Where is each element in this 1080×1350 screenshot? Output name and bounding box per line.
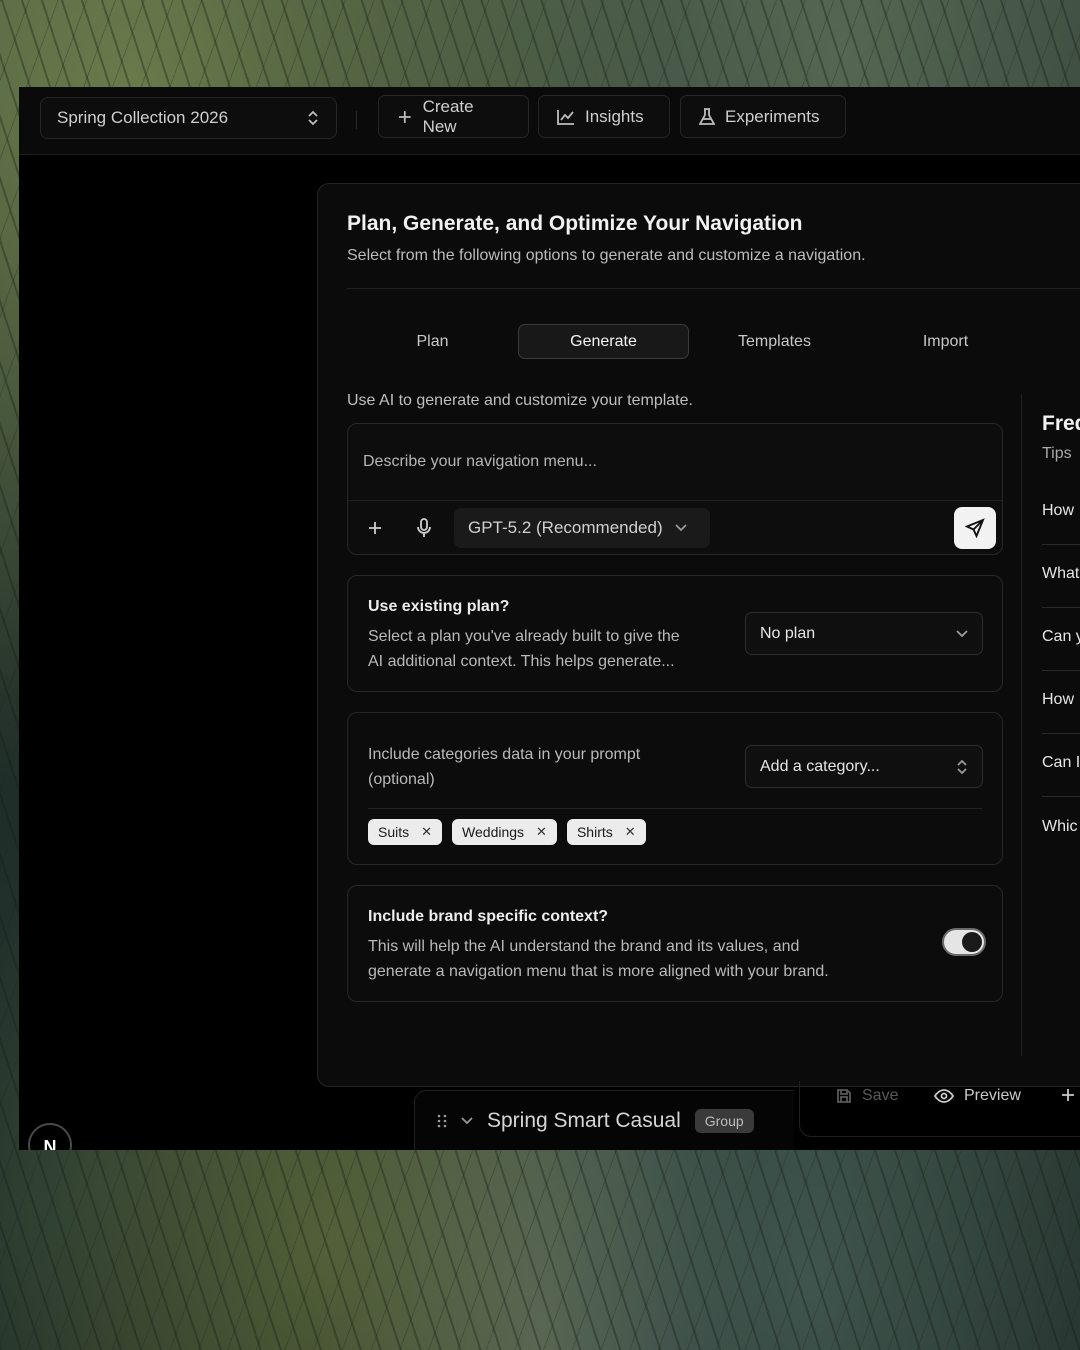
experiments-label: Experiments [725,106,820,126]
faq-subtitle: Tips [1042,445,1072,462]
brand-context-title: Include brand specific context? [368,908,609,925]
brand-context-text: This will help the AI understand the bra… [368,934,829,984]
categories-divider [368,808,982,809]
insights-button[interactable]: Insights [538,95,670,138]
send-button[interactable] [954,507,996,549]
add-attachment-button[interactable] [364,517,386,539]
existing-plan-text-line2: AI additional context. This helps genera… [368,653,675,670]
prompt-box: GPT-5.2 (Recommended) [347,423,1003,555]
categories-text-line2: (optional) [368,771,435,788]
brand-context-text-line2: generate a navigation menu that is more … [368,963,829,980]
tab-templates[interactable]: Templates [689,324,860,359]
toolbar-divider [356,111,357,129]
categories-text-line1: Include categories data in your prompt [368,746,641,763]
navigation-dialog: Plan, Generate, and Optimize Your Naviga… [317,183,1080,1087]
save-button[interactable]: Save [836,1087,898,1105]
remove-chip-icon[interactable]: ✕ [536,824,547,840]
model-select[interactable]: GPT-5.2 (Recommended) [454,508,710,548]
faq-item[interactable]: Can y [1042,608,1080,671]
faq-item[interactable]: What [1042,545,1080,608]
dialog-title: Plan, Generate, and Optimize Your Naviga… [347,212,803,235]
microphone-icon [417,518,431,537]
categories-card: Include categories data in your prompt (… [347,712,1003,865]
existing-plan-text-line1: Select a plan you've already built to gi… [368,628,680,645]
experiments-button[interactable]: Experiments [680,95,846,138]
group-name: Spring Smart Casual [487,1108,681,1132]
preview-label: Preview [964,1087,1021,1104]
collection-select[interactable]: Spring Collection 2026 [40,97,337,139]
collection-label: Spring Collection 2026 [57,108,229,127]
faq-item[interactable]: How [1042,482,1080,545]
faq-item[interactable]: How [1042,671,1080,734]
chip-weddings: Weddings ✕ [452,819,557,845]
model-label: GPT-5.2 (Recommended) [468,518,663,537]
brand-context-toggle[interactable] [942,928,986,956]
remove-chip-icon[interactable]: ✕ [625,824,636,840]
bottom-action-bar: Save Preview [799,1081,1080,1137]
plus-icon [398,110,411,123]
dialog-divider [347,288,1080,289]
toggle-knob [962,932,982,952]
chevron-down-icon [956,629,968,637]
dialog-tabs: Plan Generate Templates Import [347,324,1031,360]
add-button[interactable] [1060,1087,1076,1103]
eye-icon [934,1089,954,1103]
chart-line-icon [557,109,574,125]
faq-title: Freq [1042,412,1080,435]
tab-import[interactable]: Import [860,324,1031,359]
send-icon [965,518,985,538]
preview-button[interactable]: Preview [934,1087,1021,1105]
insights-label: Insights [585,106,644,126]
chip-label: Weddings [462,824,525,840]
create-new-button[interactable]: Create New [378,95,529,138]
create-new-label: Create New [422,96,474,136]
flask-icon [699,107,715,125]
save-icon [837,1089,851,1103]
app-window: Spring Collection 2026 Create New Insigh… [19,87,1080,1150]
tab-plan[interactable]: Plan [347,324,518,359]
existing-plan-card: Use existing plan? Select a plan you've … [347,575,1003,692]
chip-label: Shirts [576,824,613,840]
chevron-up-down-icon [957,759,967,774]
faq-divider [1021,394,1022,1056]
top-bar: Spring Collection 2026 Create New Insigh… [19,87,1080,155]
existing-plan-title: Use existing plan? [368,598,510,615]
chevron-down-icon [675,524,687,532]
plan-select-value: No plan [760,624,816,642]
app-logo[interactable]: N [28,1123,72,1150]
chevron-down-icon[interactable] [461,1116,473,1125]
chip-label: Suits [378,824,410,840]
chevron-up-down-icon [308,110,318,126]
plus-icon [369,522,381,534]
categories-text: Include categories data in your prompt (… [368,742,640,792]
category-select-label: Add a category... [760,757,880,775]
generate-description: Use AI to generate and customize your te… [347,392,693,409]
faq-item[interactable]: Can I [1042,734,1080,797]
plan-select[interactable]: No plan [745,612,983,655]
plus-icon [1062,1089,1074,1101]
category-chips: Suits ✕ Weddings ✕ Shirts ✕ [368,819,646,845]
existing-plan-text: Select a plan you've already built to gi… [368,624,680,674]
brand-context-text-line1: This will help the AI understand the bra… [368,938,800,955]
save-label: Save [862,1087,899,1104]
dialog-subtitle: Select from the following options to gen… [347,247,866,264]
group-row[interactable]: Spring Smart Casual Group [414,1090,794,1150]
brand-context-card: Include brand specific context? This wil… [347,885,1003,1002]
chip-suits: Suits ✕ [368,819,443,845]
drag-handle-icon[interactable] [437,1114,447,1128]
faq-item[interactable]: Whic [1042,798,1080,861]
remove-chip-icon[interactable]: ✕ [421,824,432,840]
category-select[interactable]: Add a category... [745,745,983,788]
tab-generate[interactable]: Generate [518,324,689,359]
chip-shirts: Shirts ✕ [566,819,646,845]
group-badge: Group [694,1108,754,1133]
prompt-divider [348,500,1002,501]
microphone-button[interactable] [413,517,435,539]
prompt-input[interactable] [348,424,1002,500]
